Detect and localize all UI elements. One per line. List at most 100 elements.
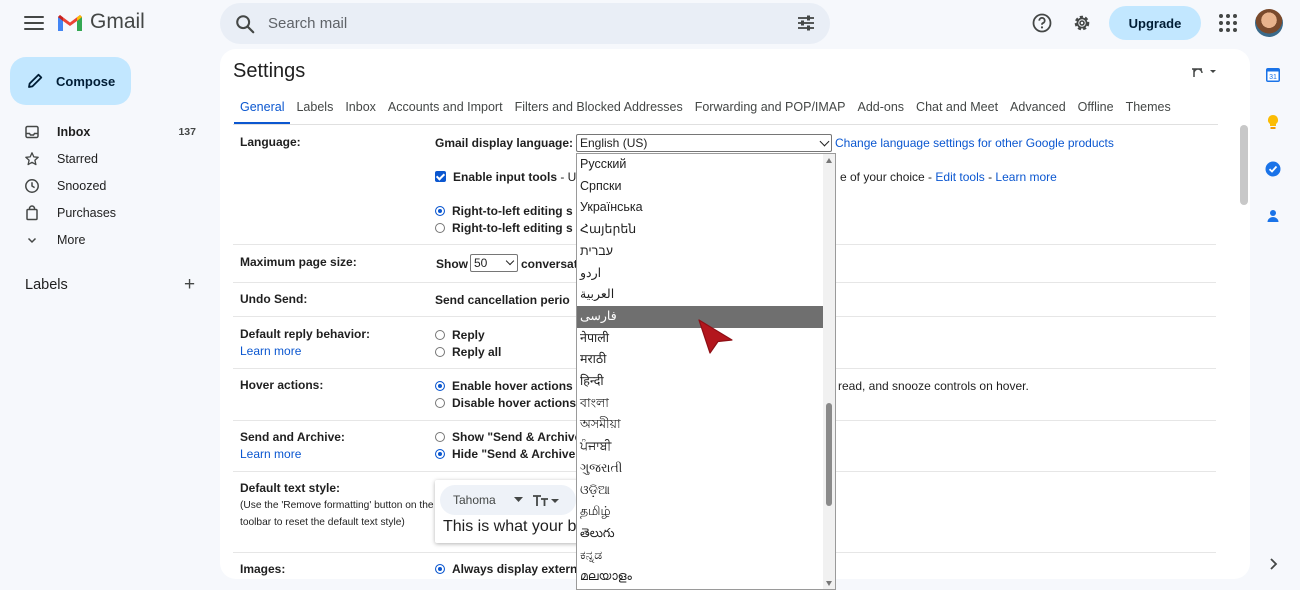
calendar-icon[interactable]: 31 xyxy=(1264,66,1282,84)
reply-radio[interactable] xyxy=(435,330,445,340)
always-display-radio[interactable] xyxy=(435,564,445,574)
sidebar-item-starred[interactable]: Starred xyxy=(24,147,204,171)
settings-scrollbar[interactable] xyxy=(1240,125,1248,205)
keep-icon[interactable] xyxy=(1264,113,1282,131)
reply-learn-more-link[interactable]: Learn more xyxy=(240,344,301,358)
font-dropdown-icon[interactable] xyxy=(513,497,523,503)
text-style-preview: This is what your bo xyxy=(443,518,586,535)
settings-gear-icon[interactable] xyxy=(1071,12,1093,34)
language-option[interactable]: Հայերեն xyxy=(577,219,824,241)
language-option[interactable]: മലയാളം xyxy=(577,566,824,588)
font-size-icon[interactable] xyxy=(532,493,560,507)
input-tools-keyboard-icon[interactable] xyxy=(1190,65,1220,79)
hide-send-archive-option[interactable]: Hide "Send & Archive xyxy=(435,447,575,461)
search-bar[interactable] xyxy=(220,3,830,44)
gmail-logo[interactable]: Gmail xyxy=(56,10,145,34)
rtl-on-radio[interactable] xyxy=(435,206,445,216)
language-option[interactable]: اردو xyxy=(577,263,824,285)
language-option[interactable]: বাংলা xyxy=(577,393,824,415)
pencil-icon xyxy=(28,73,43,88)
account-avatar[interactable] xyxy=(1255,9,1283,37)
language-option[interactable]: ਪੰਜਾਬੀ xyxy=(577,436,824,458)
language-option[interactable]: తెలుగు xyxy=(577,523,824,545)
font-family-select[interactable]: Tahoma xyxy=(453,493,496,507)
tab-general[interactable]: General xyxy=(234,100,291,124)
enable-input-tools-option[interactable]: Enable input tools - U xyxy=(435,170,576,184)
tab-advanced[interactable]: Advanced xyxy=(1004,100,1072,122)
rtl-off-option[interactable]: Right-to-left editing s xyxy=(435,221,573,235)
main-menu-button[interactable] xyxy=(20,10,48,36)
enable-hover-radio[interactable] xyxy=(435,381,445,391)
text-style-editor[interactable]: Tahoma This is what your bo xyxy=(435,480,595,543)
text-style-toolbar: Tahoma xyxy=(440,485,576,515)
sidebar-item-more[interactable]: More xyxy=(24,228,204,252)
show-send-archive-option[interactable]: Show "Send & Archive xyxy=(435,430,581,444)
menu-bar xyxy=(24,16,44,18)
language-option[interactable]: ಕನ್ನಡ xyxy=(577,545,824,567)
tab-forwarding[interactable]: Forwarding and POP/IMAP xyxy=(689,100,852,122)
search-options-icon[interactable] xyxy=(796,13,816,33)
sidebar-item-snoozed[interactable]: Snoozed xyxy=(24,174,204,198)
upgrade-button[interactable]: Upgrade xyxy=(1109,6,1201,40)
tasks-icon[interactable] xyxy=(1264,160,1282,178)
language-option[interactable]: العربية xyxy=(577,284,824,306)
display-language-value: English (US) xyxy=(580,136,648,150)
tab-add-ons[interactable]: Add-ons xyxy=(851,100,910,122)
language-option[interactable]: हिन्दी xyxy=(577,371,824,393)
search-input[interactable] xyxy=(268,15,768,32)
tab-accounts-and-import[interactable]: Accounts and Import xyxy=(382,100,509,122)
language-option[interactable]: Српски xyxy=(577,176,824,198)
language-option[interactable]: Русский xyxy=(577,154,824,176)
show-send-archive-radio[interactable] xyxy=(435,432,445,442)
dropdown-scroll-thumb[interactable] xyxy=(826,403,832,506)
display-language-select[interactable]: English (US) xyxy=(576,134,832,152)
edit-tools-link[interactable]: Edit tools xyxy=(935,170,984,184)
language-option[interactable]: עברית xyxy=(577,241,824,263)
learn-more-link[interactable]: Learn more xyxy=(995,170,1056,184)
language-dropdown-list[interactable]: Русский Српски Українська Հայերեն עברית … xyxy=(576,153,836,590)
add-label-icon[interactable]: + xyxy=(184,275,195,294)
language-option[interactable]: ଓଡ଼ିଆ xyxy=(577,480,824,502)
disable-hover-radio[interactable] xyxy=(435,398,445,408)
sidebar-item-purchases[interactable]: Purchases xyxy=(24,201,204,225)
language-option[interactable]: Українська xyxy=(577,197,824,219)
tab-themes[interactable]: Themes xyxy=(1120,100,1177,122)
reply-all-option[interactable]: Reply all xyxy=(435,345,501,359)
chevron-right-icon[interactable] xyxy=(1267,557,1279,571)
change-language-link[interactable]: Change language settings for other Googl… xyxy=(835,136,1114,150)
settings-tabs: General Labels Inbox Accounts and Import… xyxy=(234,100,1177,124)
compose-label: Compose xyxy=(56,73,116,89)
page-title: Settings xyxy=(233,60,306,82)
google-apps-icon[interactable] xyxy=(1219,14,1237,32)
input-tools-checkbox[interactable] xyxy=(435,171,446,182)
language-option[interactable]: ગુજરાતી xyxy=(577,458,824,480)
reply-option[interactable]: Reply xyxy=(435,328,485,342)
hide-send-archive-radio[interactable] xyxy=(435,449,445,459)
tab-filters[interactable]: Filters and Blocked Addresses xyxy=(509,100,689,122)
reply-all-radio[interactable] xyxy=(435,347,445,357)
compose-button[interactable]: Compose xyxy=(10,57,131,105)
dropdown-scrollbar[interactable] xyxy=(823,154,835,589)
rtl-on-option[interactable]: Right-to-left editing s xyxy=(435,204,573,218)
rtl-off-radio[interactable] xyxy=(435,223,445,233)
enable-hover-option[interactable]: Enable hover actions xyxy=(435,379,573,393)
tab-inbox[interactable]: Inbox xyxy=(339,100,382,122)
scroll-up-arrow-icon[interactable] xyxy=(826,158,832,163)
search-icon[interactable] xyxy=(234,13,256,35)
page-size-select[interactable]: 50 xyxy=(470,254,518,272)
tab-chat-and-meet[interactable]: Chat and Meet xyxy=(910,100,1004,122)
always-display-images-option[interactable]: Always display extern xyxy=(435,562,577,576)
send-archive-learn-more-link[interactable]: Learn more xyxy=(240,447,301,461)
sidebar-item-inbox[interactable]: Inbox 137 xyxy=(24,120,204,144)
language-option[interactable]: தமிழ் xyxy=(577,501,824,523)
scroll-down-arrow-icon[interactable] xyxy=(826,581,832,586)
tab-offline[interactable]: Offline xyxy=(1072,100,1120,122)
language-option[interactable]: অসমীয়া xyxy=(577,414,824,436)
help-icon[interactable] xyxy=(1031,12,1053,34)
contacts-icon[interactable] xyxy=(1264,207,1282,225)
chevron-down-icon xyxy=(819,136,830,147)
disable-hover-option[interactable]: Disable hover actions xyxy=(435,396,576,410)
tag-icon xyxy=(26,205,38,221)
labels-heading: Labels xyxy=(25,277,68,293)
tab-labels[interactable]: Labels xyxy=(290,100,339,122)
